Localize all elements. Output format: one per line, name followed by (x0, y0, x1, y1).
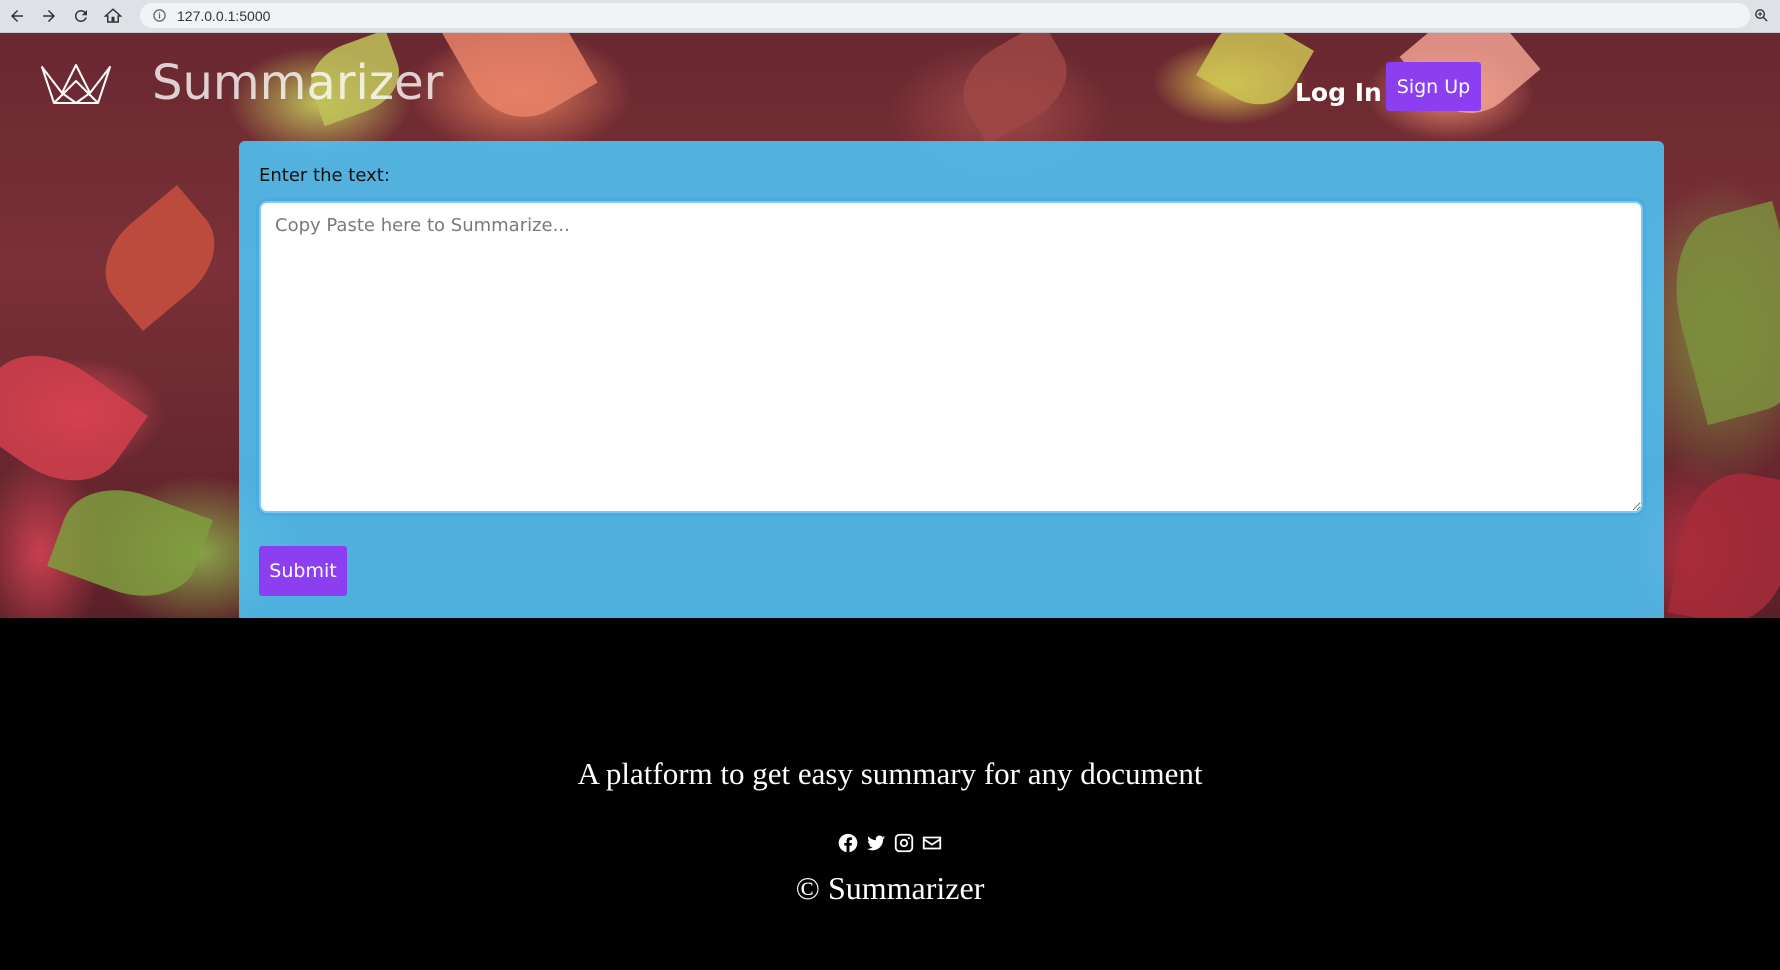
footer: A platform to get easy summary for any d… (0, 618, 1780, 970)
brand-name[interactable]: Summarizer (152, 55, 443, 111)
address-bar[interactable]: 127.0.0.1:5000 (140, 3, 1750, 28)
background-leaf (1196, 33, 1314, 121)
background-leaf (1667, 464, 1780, 618)
browser-toolbar: 127.0.0.1:5000 (0, 0, 1780, 33)
background-leaf (47, 472, 213, 614)
info-icon[interactable] (152, 8, 167, 23)
crown-logo-icon[interactable] (40, 63, 112, 109)
background-leaf (947, 33, 1083, 146)
social-links (0, 832, 1780, 854)
reload-icon[interactable] (66, 2, 96, 30)
address-url: 127.0.0.1:5000 (177, 7, 271, 24)
instagram-icon[interactable] (893, 832, 915, 854)
login-link[interactable]: Log In (1295, 78, 1382, 107)
email-icon[interactable] (921, 832, 943, 854)
signup-button[interactable]: Sign Up (1386, 62, 1481, 111)
summarize-form-card: Enter the text: Submit (239, 141, 1664, 618)
forward-icon[interactable] (34, 2, 64, 30)
text-input-area[interactable] (259, 201, 1643, 513)
text-input-label: Enter the text: (259, 165, 390, 186)
submit-button[interactable]: Submit (259, 546, 347, 596)
background-leaf (1656, 200, 1780, 426)
twitter-icon[interactable] (865, 832, 887, 854)
facebook-icon[interactable] (837, 832, 859, 854)
hero-section: Summarizer Log In Sign Up Enter the text… (0, 33, 1780, 618)
zoom-icon[interactable] (1753, 7, 1770, 24)
footer-tagline: A platform to get easy summary for any d… (577, 756, 1203, 791)
home-icon[interactable] (98, 2, 128, 30)
background-leaf (442, 33, 598, 138)
background-leaf (85, 184, 235, 332)
back-icon[interactable] (2, 2, 32, 30)
footer-copyright: © Summarizer (795, 870, 985, 906)
background-leaf (0, 329, 148, 507)
